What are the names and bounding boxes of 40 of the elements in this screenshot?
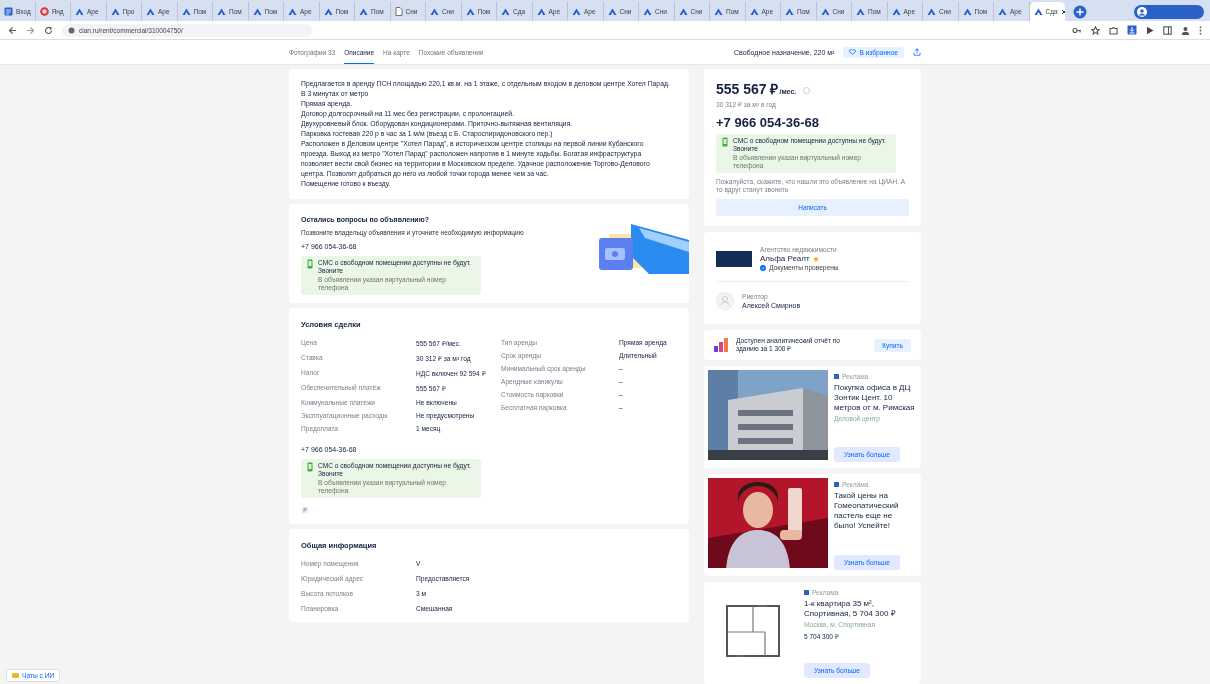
new-tab-icon[interactable]: [1073, 4, 1087, 19]
forward-icon[interactable]: [26, 25, 35, 35]
file-icon: [394, 7, 403, 17]
star-icon: [812, 255, 819, 262]
phone-icon: [307, 259, 313, 269]
ad-icon: [834, 374, 839, 379]
sidebar-icon[interactable]: [1163, 25, 1172, 35]
puzzle-icon[interactable]: [1109, 25, 1118, 35]
star-icon[interactable]: [1091, 25, 1100, 35]
phone-number[interactable]: +7 966 054-36-68: [716, 115, 909, 130]
chat-icon: [12, 672, 19, 679]
play-icon[interactable]: [1146, 25, 1154, 35]
ad-icon: [804, 590, 809, 595]
download-icon[interactable]: [1127, 25, 1137, 36]
phone-icon: [307, 462, 313, 472]
ad-icon: [834, 482, 839, 487]
reload-icon[interactable]: [44, 25, 53, 35]
key-icon[interactable]: [1072, 25, 1082, 35]
share-icon[interactable]: [913, 48, 921, 56]
site-info-icon: [68, 26, 75, 34]
ad-title[interactable]: Такой цены на Гомеопатический пастель еще не было! Успейте!: [834, 491, 915, 531]
user-avatar-icon: [716, 292, 734, 310]
agency-logo[interactable]: [716, 250, 752, 267]
heart-icon: [849, 49, 857, 55]
ad-title[interactable]: 1-к квартира 35 м², Спортивная, 5 704 300 ₽: [804, 599, 915, 619]
phone-icon: [722, 137, 728, 147]
avatar-icon: [1137, 6, 1147, 17]
price-value: 555 567 ₽: [716, 80, 779, 98]
profile-icon[interactable]: [1181, 25, 1190, 35]
grid-icon: [4, 7, 13, 17]
menu-icon[interactable]: [1199, 25, 1202, 35]
back-icon[interactable]: [8, 25, 17, 35]
profile-button[interactable]: [1134, 4, 1204, 19]
floor-plan-drawing: [725, 602, 781, 658]
check-icon: [760, 264, 766, 271]
ad-title[interactable]: Покупка офиса в ДЦ Зонтик Цент. 10 метров от м. Римская: [834, 383, 915, 413]
agency-name[interactable]: Альфа Реалт: [760, 254, 810, 263]
bar-chart-icon: [714, 338, 728, 352]
close-icon[interactable]: [1060, 8, 1065, 15]
ring-icon: [39, 7, 49, 17]
